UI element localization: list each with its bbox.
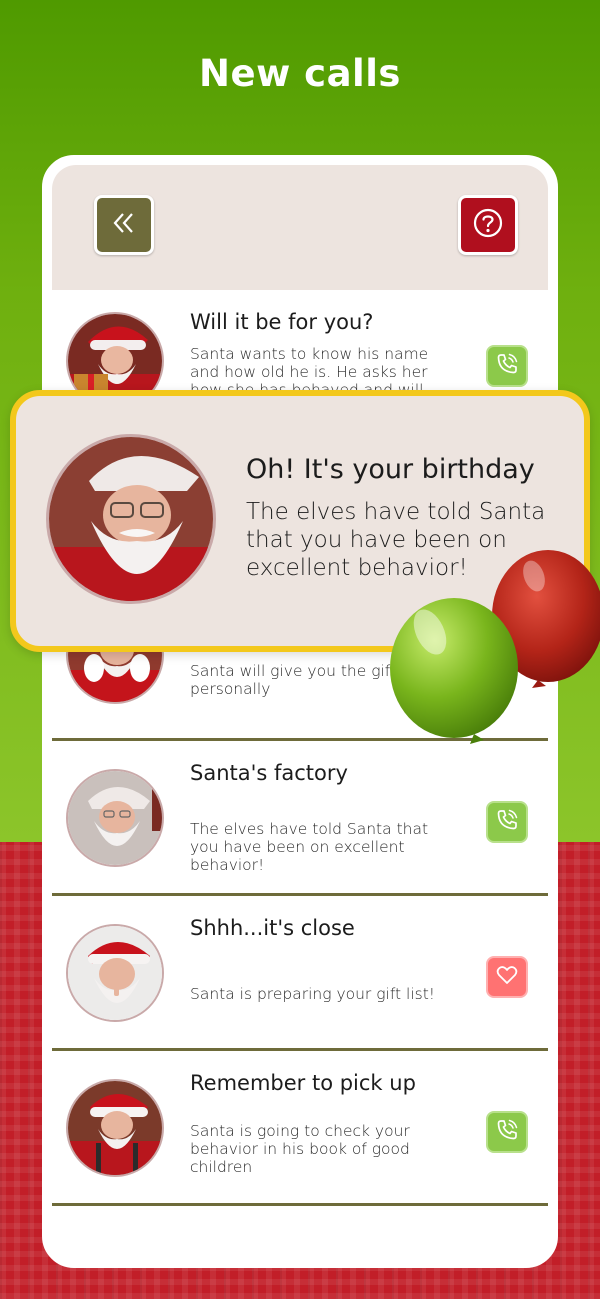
santa-avatar <box>66 1079 164 1177</box>
question-circle-icon <box>471 206 505 245</box>
popup-title: Oh! It's your birthday <box>246 454 535 485</box>
heart-icon <box>495 963 519 992</box>
call-button[interactable] <box>486 801 528 843</box>
santa-avatar <box>66 769 164 867</box>
page-title: New calls <box>199 52 401 95</box>
help-button[interactable] <box>458 195 518 255</box>
santa-avatar-large <box>46 434 216 604</box>
call-description: The elves have told Santa that you have … <box>190 820 429 874</box>
call-description: Santa is going to check your behavior in… <box>190 1122 410 1176</box>
call-title: Shhh...it's close <box>190 916 355 940</box>
phone-call-icon <box>494 1117 520 1148</box>
call-description: Santa is preparing your gift list! <box>190 985 436 1003</box>
call-title: Santa's factory <box>190 761 348 785</box>
back-button[interactable] <box>94 195 154 255</box>
call-item[interactable]: Shhh...it's close Santa is preparing you… <box>52 896 548 1051</box>
divider <box>52 1203 548 1206</box>
call-item[interactable]: Remember to pick up Santa is going to ch… <box>52 1051 548 1206</box>
double-chevron-left-icon <box>109 208 139 243</box>
call-item[interactable]: Santa's factory The elves have told Sant… <box>52 741 548 896</box>
santa-avatar <box>66 924 164 1022</box>
phone-call-icon <box>494 807 520 838</box>
favorite-button[interactable] <box>486 956 528 998</box>
call-button[interactable] <box>486 1111 528 1153</box>
balloons-decoration <box>388 528 600 748</box>
call-title: Will it be for you? <box>190 310 374 334</box>
call-button[interactable] <box>486 345 528 387</box>
phone-call-icon <box>494 351 520 382</box>
card-header <box>52 165 548 290</box>
call-title: Remember to pick up <box>190 1071 416 1095</box>
